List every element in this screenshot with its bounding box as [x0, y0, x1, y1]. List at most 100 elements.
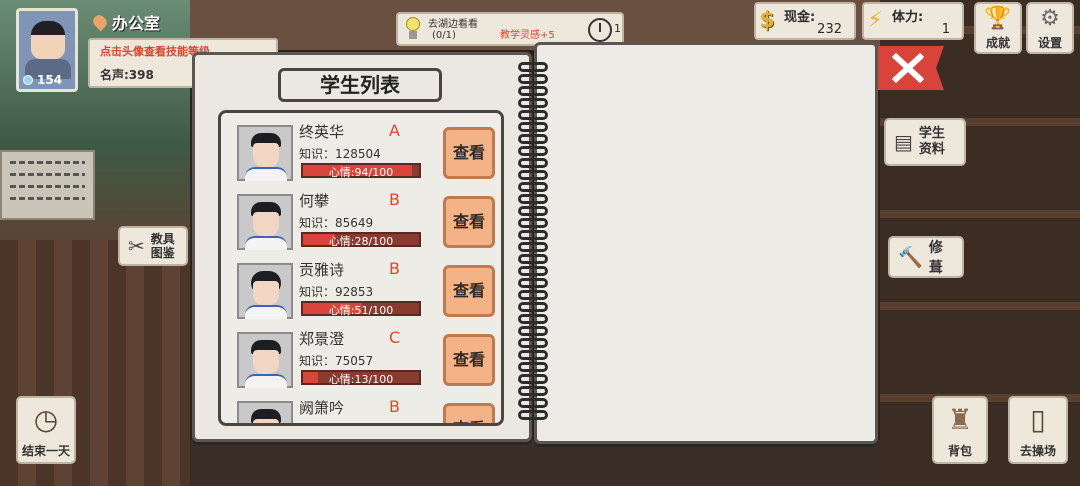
student-info-label: 学生 资料	[918, 126, 945, 157]
spiral-ring	[518, 350, 548, 360]
spiral-ring	[518, 386, 548, 396]
student-grade: B	[389, 259, 400, 278]
bulb-icon	[23, 75, 33, 85]
clock-icon	[588, 18, 612, 42]
student-info-button[interactable]: ▤ 学生 资料	[884, 118, 966, 166]
location-name: 办公室	[112, 14, 161, 33]
student-row: 郑景澄 C 知识：75057 心情:13/100 查看	[233, 328, 495, 396]
spiral-ring	[518, 110, 548, 120]
spiral-ring	[518, 314, 548, 324]
repair-label: 修葺	[928, 240, 943, 276]
settings-button[interactable]: ⚙ 设置	[1026, 2, 1074, 54]
spiral-ring	[518, 218, 548, 228]
spiral-ring	[518, 410, 548, 420]
location-pin-icon	[90, 12, 110, 32]
playground-button[interactable]: ▯ 去操场	[1008, 396, 1068, 464]
spiral-ring	[518, 374, 548, 384]
student-knowledge: 知识：128504	[299, 147, 381, 161]
backpack-label: 背包	[947, 444, 972, 458]
student-name: 郑景澄	[299, 330, 345, 348]
student-grade: A	[389, 121, 400, 140]
player-avatar[interactable]: 154	[16, 8, 78, 92]
avatar-face	[31, 21, 65, 59]
lightbulb-icon	[404, 17, 422, 41]
repair-button[interactable]: 🔨 修葺	[888, 236, 964, 278]
spiral-ring	[518, 338, 548, 348]
avatar-level: 154	[37, 73, 63, 87]
student-portrait	[237, 194, 293, 250]
mood-text: 心情:13/100	[328, 373, 394, 386]
student-portrait	[237, 332, 293, 388]
view-student-button[interactable]: 查看	[443, 196, 495, 248]
cash-display: $ 现金: 232	[754, 2, 856, 40]
tools-catalog-button[interactable]: ✂ 教具 图鉴	[118, 226, 188, 266]
hammer-icon: 🔨	[898, 245, 923, 269]
student-grade: C	[389, 328, 401, 347]
quest-reward: 教学灵感+5	[500, 30, 555, 41]
settings-label: 设置	[1037, 36, 1062, 50]
location-label: 办公室	[90, 10, 161, 34]
cash-label: 现金:	[784, 10, 816, 25]
spiral-ring	[518, 266, 548, 276]
student-name: 贡雅诗	[299, 261, 345, 279]
spiral-ring	[518, 158, 548, 168]
spiral-ring	[518, 134, 548, 144]
tools-icon: ✂	[128, 234, 145, 258]
gear-icon: ⚙	[1040, 6, 1060, 31]
spiral-ring	[518, 86, 548, 96]
student-list-title: 学生列表	[278, 68, 442, 102]
achievements-button[interactable]: 🏆 成就	[974, 2, 1022, 54]
student-row: 贡雅诗 B 知识：92853 心情:51/100 查看	[233, 259, 495, 327]
eye-chart	[0, 150, 95, 220]
view-student-button[interactable]: 查看	[443, 127, 495, 179]
cash-value: 232	[817, 22, 842, 37]
stamina-value: 1	[941, 22, 950, 37]
mood-bar: 心情:51/100	[301, 301, 421, 317]
student-portrait	[237, 263, 293, 319]
spiral-ring	[518, 170, 548, 180]
student-knowledge: 知识：85649	[299, 216, 374, 230]
lightning-icon: ⚡	[867, 8, 883, 33]
spiral-ring	[518, 326, 548, 336]
close-icon[interactable]	[878, 46, 944, 90]
spiral-ring	[518, 254, 548, 264]
floor	[190, 440, 880, 486]
end-day-label: 结束一天	[21, 444, 70, 458]
spiral-ring	[518, 362, 548, 372]
backpack-button[interactable]: ♜ 背包	[932, 396, 988, 464]
stamina-label: 体力:	[892, 10, 924, 25]
spiral-ring	[518, 230, 548, 240]
student-portrait	[237, 401, 293, 423]
mood-text: 心情:28/100	[328, 235, 394, 248]
student-grade: B	[389, 190, 400, 209]
spiral-ring	[518, 98, 548, 108]
student-row: 阙箫吟 B 查看	[233, 397, 495, 423]
student-name: 终英华	[299, 123, 345, 141]
spiral-ring	[518, 302, 548, 312]
spiral-ring	[518, 182, 548, 192]
mood-bar: 心情:13/100	[301, 370, 421, 386]
view-student-button[interactable]: 查看	[443, 403, 495, 423]
mood-bar: 心情:94/100	[301, 163, 421, 179]
view-student-button[interactable]: 查看	[443, 334, 495, 386]
spiral-ring	[518, 62, 548, 72]
document-icon: ▤	[894, 130, 913, 154]
notebook-spiral	[518, 62, 548, 422]
view-student-button[interactable]: 查看	[443, 265, 495, 317]
quest-count: 1	[614, 22, 621, 35]
avatar-level-badge: 154	[23, 73, 62, 87]
student-row: 何攀 B 知识：85649 心情:28/100 查看	[233, 190, 495, 258]
door-icon: ▯	[1030, 403, 1046, 436]
student-list[interactable]: 终英华 A 知识：128504 心情:94/100 查看 何攀 B 知识：856…	[218, 110, 504, 426]
spiral-ring	[518, 194, 548, 204]
student-name: 阙箫吟	[299, 399, 345, 417]
spiral-ring	[518, 122, 548, 132]
quest-bar[interactable]: 去湖边看看 (0/1) 教学灵感+5 1	[396, 12, 624, 46]
student-row: 终英华 A 知识：128504 心情:94/100 查看	[233, 121, 495, 189]
student-knowledge: 知识：92853	[299, 285, 374, 299]
student-grade: B	[389, 397, 400, 416]
coin-icon: $	[759, 8, 775, 33]
student-knowledge: 知识：75057	[299, 354, 374, 368]
end-day-button[interactable]: ◷ 结束一天	[16, 396, 76, 464]
mood-text: 心情:51/100	[328, 304, 394, 317]
